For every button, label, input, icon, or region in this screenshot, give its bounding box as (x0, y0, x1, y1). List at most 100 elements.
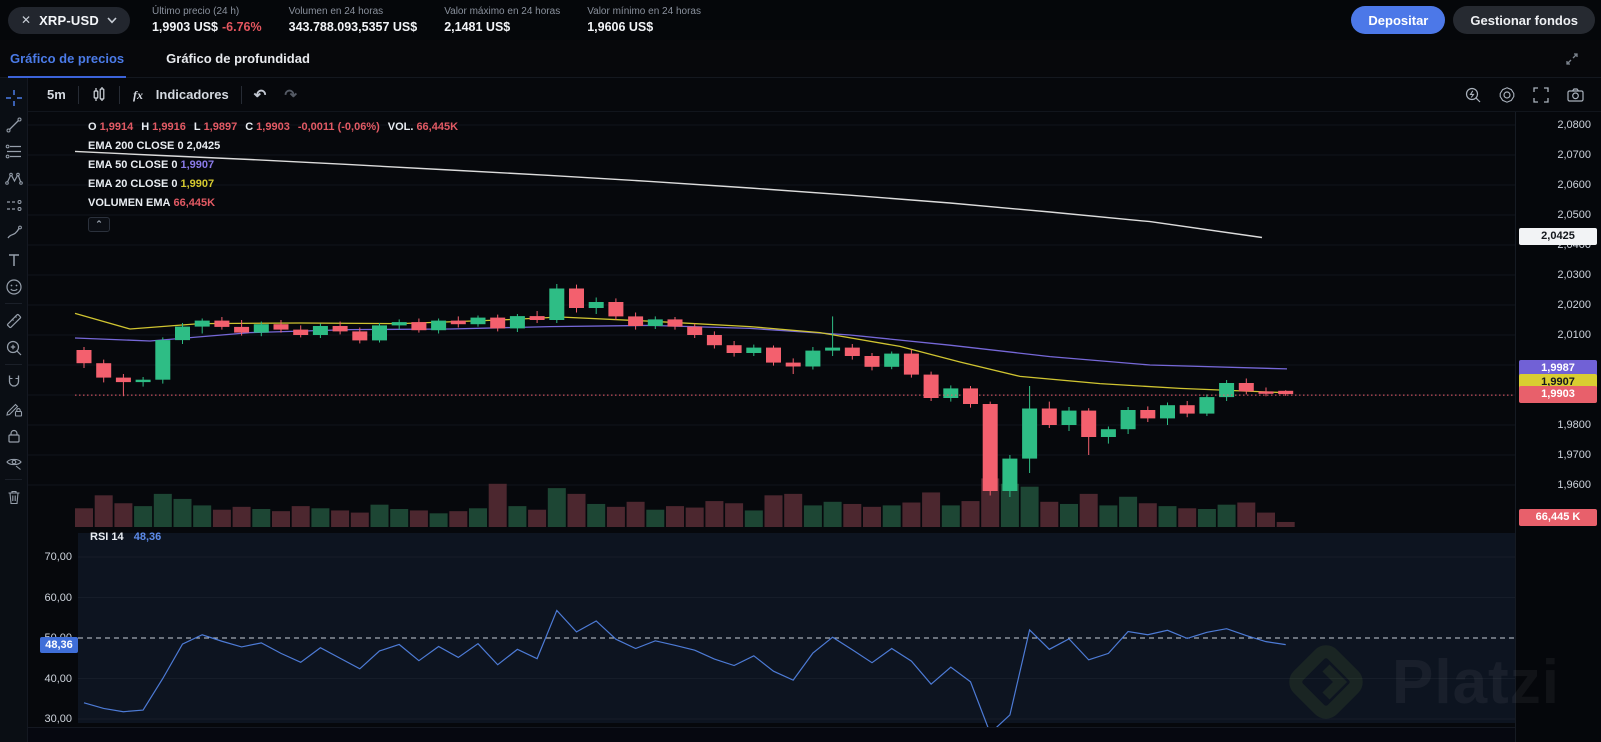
volume-bar (508, 506, 527, 527)
volume-badge: 66,445 K (1519, 509, 1597, 526)
volume-bar (685, 507, 704, 527)
volume-bar (764, 495, 783, 527)
volume-bar (1158, 506, 1177, 527)
ema200-value: 2,0425 (186, 139, 221, 152)
trash-icon (8, 490, 19, 504)
price-tick: 2,0700 (1557, 149, 1591, 161)
volume-bar (1217, 504, 1236, 527)
candle (805, 350, 821, 367)
candle (825, 347, 841, 351)
indicators-button[interactable]: fx Indicadores (123, 82, 238, 108)
drawing-lock-tool[interactable] (0, 395, 27, 422)
candle (96, 363, 112, 378)
time-axis[interactable] (28, 727, 1515, 742)
candle (667, 319, 683, 327)
candle (1238, 383, 1254, 392)
candle (391, 322, 407, 326)
candle (1061, 410, 1077, 425)
price-tick: 1,9700 (1557, 449, 1591, 461)
quick-search-button[interactable] (1464, 86, 1482, 104)
undo-button[interactable]: ↶ (245, 82, 276, 108)
deposit-button[interactable]: Depositar (1351, 6, 1446, 34)
price-axis[interactable]: 2,0800 2,0700 2,0600 2,0500 2,0400 2,0300 2,02… (1515, 112, 1601, 742)
volume-bar (173, 498, 192, 527)
xabcd-pattern-icon (4, 172, 23, 185)
price-tick: 2,0200 (1557, 299, 1591, 311)
emoji-tool[interactable] (0, 273, 27, 300)
fib-retracement-tool[interactable] (0, 138, 27, 165)
volume-bar (134, 506, 153, 527)
volume-bar (75, 508, 93, 527)
rsi-axis: 70,0060,0050,0040,0030,00 (28, 527, 78, 727)
stat-low: Valor mínimo en 24 horas 1,9606 US$ (587, 6, 701, 34)
volume-bar (725, 503, 744, 527)
magnet-tool[interactable] (0, 368, 27, 395)
volume-bar (547, 488, 566, 527)
tab-depth-chart[interactable]: Gráfico de profundidad (164, 40, 312, 78)
lock-all-tool[interactable] (0, 422, 27, 449)
manage-funds-button[interactable]: Gestionar fondos (1453, 6, 1595, 34)
rsi-panel[interactable]: RSI 14 48,36 70,0060,0050,0040,0030,00 4… (28, 527, 1515, 727)
high-label: H (141, 120, 150, 133)
ruler-tool[interactable] (0, 307, 27, 334)
candle (1179, 405, 1195, 414)
rsi-value: 48,36 (133, 531, 162, 543)
volume-bar (449, 511, 468, 527)
price-tick: 1,9800 (1557, 419, 1591, 431)
snapshot-button[interactable] (1566, 86, 1585, 104)
volume-bar (843, 503, 862, 527)
projection-tool[interactable] (0, 192, 27, 219)
trend-line-tool[interactable] (0, 111, 27, 138)
chart-area[interactable]: O 1,9914 H 1,9916 L 1,9897 C 1,9903 -0,0011 … (28, 112, 1601, 742)
rsi-canvas[interactable] (28, 527, 1515, 727)
candle (746, 347, 762, 353)
remove-drawings-tool[interactable] (0, 483, 27, 510)
candle (943, 388, 959, 398)
fib-retracement-icon (5, 144, 21, 158)
hide-drawings-tool[interactable] (0, 449, 27, 476)
volume-bar (252, 509, 271, 527)
chevron-down-icon (107, 16, 117, 23)
crosshair-tool[interactable] (0, 84, 27, 111)
pencil-lock-icon (5, 403, 22, 417)
ema200-row[interactable]: EMA 200 CLOSE 0 2,0425 (88, 136, 466, 155)
chart-style-button[interactable] (82, 82, 116, 108)
volume-bar (902, 502, 921, 527)
candle (903, 353, 919, 375)
ema20-row[interactable]: EMA 20 CLOSE 0 1,9907 (88, 174, 466, 193)
candle (963, 388, 978, 404)
legend-collapse-button[interactable]: ⌃ (88, 217, 110, 232)
volume-ema-row[interactable]: VOLUMEN EMA 66,445K (88, 193, 466, 212)
volume-bar (567, 493, 586, 527)
text-tool[interactable] (0, 246, 27, 273)
interval-button[interactable]: 5m (38, 82, 75, 108)
candle (194, 320, 210, 327)
brush-tool[interactable] (0, 219, 27, 246)
stat-value: 1,9606 US$ (587, 20, 654, 34)
candle (1278, 390, 1294, 395)
expand-chart-icon[interactable] (1565, 52, 1579, 66)
price-tick: 2,0100 (1557, 329, 1591, 341)
redo-button[interactable]: ↷ (275, 82, 306, 108)
xabcd-pattern-tool[interactable] (0, 165, 27, 192)
candle (431, 320, 447, 331)
close-icon[interactable]: ✕ (21, 14, 31, 26)
volume-bar (922, 492, 941, 527)
magnet-icon (8, 375, 19, 387)
candle (411, 322, 427, 331)
tab-price-chart[interactable]: Gráfico de precios (8, 40, 127, 78)
volume-bar (370, 504, 389, 527)
ema50-row[interactable]: EMA 50 CLOSE 0 1,9907 (88, 155, 466, 174)
low-value: 1,9897 (203, 120, 238, 133)
volume-ema-value: 66,445K (173, 196, 216, 209)
zoom-in-tool[interactable] (0, 334, 27, 361)
settings-button[interactable] (1498, 86, 1516, 104)
candle (312, 326, 328, 335)
ema20-label: EMA 20 CLOSE 0 (88, 177, 178, 190)
volume-bar (941, 505, 960, 527)
pair-selector[interactable]: ✕ XRP-USD (8, 6, 130, 34)
low-label: L (193, 120, 201, 133)
candle (864, 356, 880, 367)
volume-bar (863, 506, 881, 527)
fullscreen-button[interactable] (1532, 86, 1550, 104)
